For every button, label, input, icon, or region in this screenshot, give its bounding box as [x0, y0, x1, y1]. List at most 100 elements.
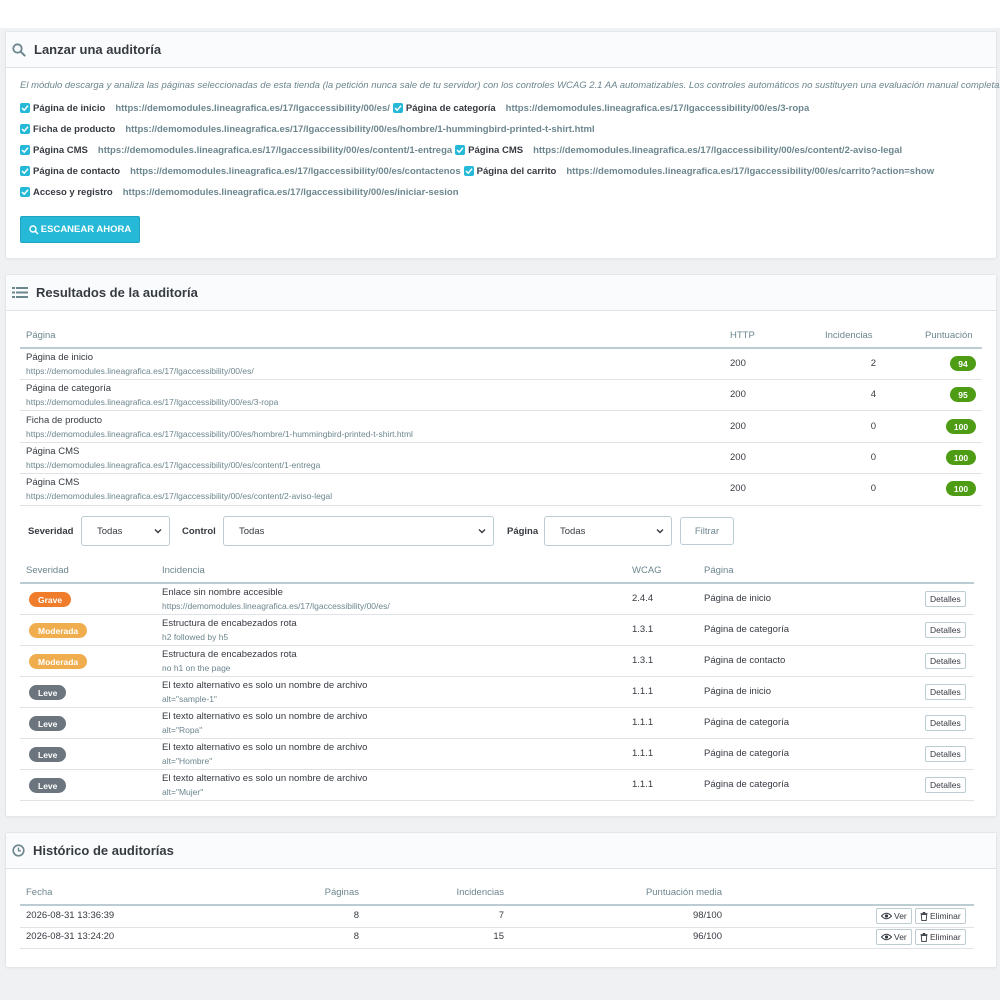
- row-divider: [20, 614, 974, 615]
- row-http: 200: [730, 389, 746, 400]
- row-issues: 2: [870, 358, 876, 369]
- row-page-name: Página de inicio: [26, 352, 94, 363]
- issue-title: El texto alternativo es solo un nombre d…: [162, 680, 368, 691]
- checkbox-label: Página de contacto: [33, 165, 121, 177]
- row-divider: [20, 645, 974, 646]
- clock-icon: [12, 844, 25, 857]
- issue-detail: alt="sample-1": [162, 694, 217, 704]
- view-button[interactable]: Ver: [876, 929, 912, 945]
- checkbox-label: Página CMS: [468, 144, 524, 156]
- checkbox-row: Página de inicio https://demomodules.lin…: [20, 100, 812, 116]
- issue-detail: alt="Ropa": [162, 725, 203, 735]
- issue-detail: alt="Hombre": [162, 756, 213, 766]
- view-button[interactable]: Ver: [876, 908, 912, 924]
- row-divider: [20, 707, 974, 708]
- list-icon: [12, 287, 28, 298]
- trash-icon: [920, 911, 928, 921]
- scan-now-label: ESCANEAR AHORA: [40, 224, 132, 235]
- details-button[interactable]: Detalles: [925, 622, 966, 638]
- delete-button[interactable]: Eliminar: [915, 929, 966, 945]
- row-page-name: Ficha de producto: [26, 415, 103, 426]
- view-label: Ver: [894, 932, 907, 942]
- severity-filter-value: Todas: [97, 525, 123, 537]
- col-header-issue-page: Página: [704, 565, 734, 576]
- checkbox-home[interactable]: [20, 103, 30, 113]
- row-page-name: Página de categoría: [26, 383, 112, 394]
- issue-title: Estructura de encabezados rota: [162, 649, 297, 660]
- history-date: 2026-08-31 13:24:20: [26, 931, 115, 942]
- row-http: 200: [730, 421, 746, 432]
- checkbox-label: Página CMS: [33, 144, 88, 156]
- row-page-url: https://demomodules.lineagrafica.es/17/l…: [26, 366, 254, 376]
- header-divider: [20, 904, 974, 906]
- details-button[interactable]: Detalles: [925, 684, 966, 700]
- page-url: https://demomodules.lineagrafica.es/17/l…: [566, 165, 935, 177]
- col-header-issue: Incidencia: [162, 565, 205, 576]
- history-date: 2026-08-31 13:36:39: [26, 910, 115, 921]
- row-page-url: https://demomodules.lineagrafica.es/17/l…: [26, 397, 279, 407]
- header-divider: [20, 347, 982, 349]
- checkbox-row: Página de contacto https://demomodules.l…: [20, 163, 937, 179]
- audit-results-title: Resultados de la auditoría: [36, 285, 198, 300]
- details-button[interactable]: Detalles: [925, 715, 966, 731]
- page-url: https://demomodules.lineagrafica.es/17/l…: [115, 102, 390, 114]
- launch-audit-header: Lanzar una auditoría: [6, 32, 996, 68]
- issue-title: Estructura de encabezados rota: [162, 618, 297, 629]
- eye-icon: [881, 912, 892, 920]
- page-url: https://demomodules.lineagrafica.es/17/l…: [97, 144, 453, 156]
- checkbox-category[interactable]: [392, 103, 403, 113]
- row-divider: [20, 948, 974, 949]
- checkbox-product[interactable]: [20, 124, 30, 134]
- checkbox-cms-1[interactable]: [20, 145, 30, 155]
- eye-icon: [881, 933, 892, 941]
- checkbox-login[interactable]: [20, 187, 30, 197]
- issue-wcag: 1.3.1: [632, 624, 654, 635]
- delete-button[interactable]: Eliminar: [915, 908, 966, 924]
- issue-page: Página de categoría: [704, 779, 790, 790]
- checkbox-cart[interactable]: [463, 166, 474, 176]
- row-issues: 0: [870, 421, 876, 432]
- severity-filter-select[interactable]: Todas: [81, 516, 170, 546]
- col-header-wcag: WCAG: [632, 565, 662, 576]
- checkbox-contact[interactable]: [20, 166, 30, 176]
- page-filter-value: Todas: [560, 525, 586, 537]
- filter-button[interactable]: Filtrar: [680, 517, 734, 545]
- severity-badge-leve: Leve: [29, 716, 67, 731]
- severity-badge-leve: Leve: [29, 747, 67, 762]
- col-header-issues: Incidencias: [456, 887, 504, 898]
- details-button[interactable]: Detalles: [925, 591, 966, 607]
- score-badge: 94: [950, 356, 976, 371]
- header-divider: [20, 582, 974, 584]
- control-filter-select[interactable]: Todas: [223, 516, 494, 546]
- checkbox-cms-2[interactable]: [455, 145, 466, 155]
- page-filter-select[interactable]: Todas: [544, 516, 672, 546]
- page-url: https://demomodules.lineagrafica.es/17/l…: [122, 186, 459, 198]
- page-url: https://demomodules.lineagrafica.es/17/l…: [533, 144, 903, 156]
- score-badge: 100: [946, 419, 976, 434]
- launch-audit-title: Lanzar una auditoría: [34, 42, 162, 57]
- details-button[interactable]: Detalles: [925, 746, 966, 762]
- checkbox-label: Acceso y registro: [33, 186, 113, 198]
- row-divider: [20, 927, 974, 928]
- row-divider: [20, 769, 974, 770]
- details-button[interactable]: Detalles: [925, 653, 966, 669]
- launch-audit-panel: Lanzar una auditoría El módulo descarga …: [5, 31, 1000, 259]
- issue-wcag: 2.4.4: [632, 593, 654, 604]
- details-button[interactable]: Detalles: [925, 777, 966, 793]
- row-page-name: Página CMS: [26, 477, 80, 488]
- row-divider: [20, 676, 974, 677]
- delete-label: Eliminar: [930, 932, 961, 942]
- issue-page: Página de inicio: [704, 686, 772, 697]
- search-icon: [29, 224, 39, 235]
- audit-history-title: Histórico de auditorías: [33, 843, 174, 858]
- score-badge: 100: [946, 450, 976, 465]
- row-divider: [20, 738, 974, 739]
- issue-title: El texto alternativo es solo un nombre d…: [162, 742, 368, 753]
- issue-page: Página de inicio: [704, 593, 772, 604]
- issue-detail: no h1 on the page: [162, 663, 231, 673]
- scan-now-button[interactable]: ESCANEAR AHORA: [20, 216, 140, 243]
- view-label: Ver: [894, 911, 907, 921]
- issue-detail: alt="Mujer": [162, 787, 204, 797]
- col-header-pages: Páginas: [324, 887, 359, 898]
- history-issues: 7: [498, 910, 504, 921]
